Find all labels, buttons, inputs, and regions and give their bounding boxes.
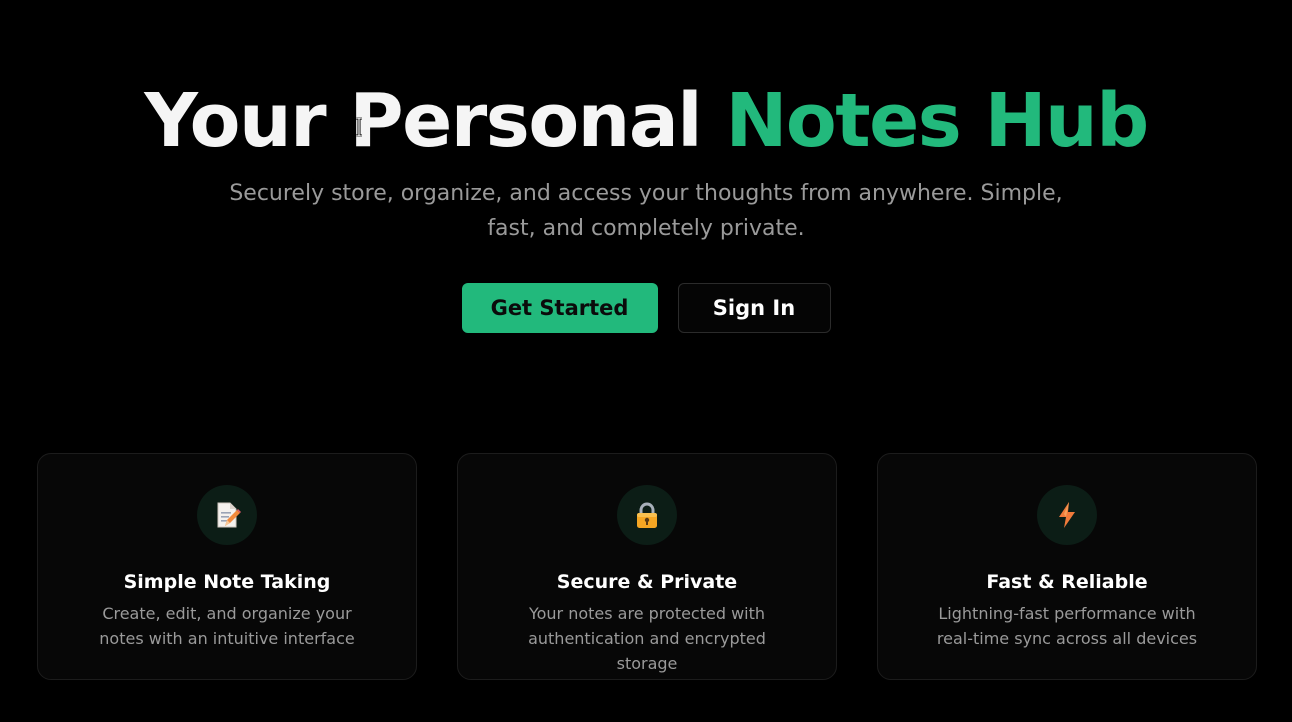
feature-description: Create, edit, and organize your notes wi…	[99, 604, 355, 648]
feature-card-fast: Fast & Reliable Lightning-fast performan…	[877, 453, 1257, 680]
feature-title: Fast & Reliable	[986, 571, 1148, 593]
feature-description: Your notes are protected with authentica…	[528, 604, 766, 673]
landing-page: Your Personal Notes Hub Securely store, …	[0, 0, 1292, 722]
text-cursor-icon	[356, 117, 362, 137]
features-section: Simple Note Taking Create, edit, and org…	[37, 453, 1257, 680]
lightning-icon	[1059, 502, 1075, 528]
get-started-button[interactable]: Get Started	[461, 283, 658, 333]
lock-icon	[637, 502, 657, 528]
feature-icon-wrapper	[1037, 485, 1097, 545]
feature-title: Secure & Private	[556, 571, 738, 593]
hero-title: Your Personal Notes Hub	[0, 78, 1292, 164]
feature-icon-wrapper	[617, 485, 677, 545]
feature-card-note-taking: Simple Note Taking Create, edit, and org…	[37, 453, 417, 680]
feature-title: Simple Note Taking	[123, 571, 331, 593]
feature-description: Lightning-fast performance with real-tim…	[936, 604, 1198, 648]
hero-title-accent: Notes Hub	[725, 78, 1149, 164]
cta-buttons: Get Started Sign In	[0, 283, 1292, 333]
hero-subtitle: Securely store, organize, and access you…	[229, 181, 1063, 241]
memo-pencil-icon	[217, 502, 241, 528]
sign-in-button[interactable]: Sign In	[677, 283, 831, 333]
feature-icon-wrapper	[197, 485, 257, 545]
hero-title-main: Your Personal	[144, 78, 726, 164]
feature-card-secure: Secure & Private Your notes are protecte…	[457, 453, 837, 680]
